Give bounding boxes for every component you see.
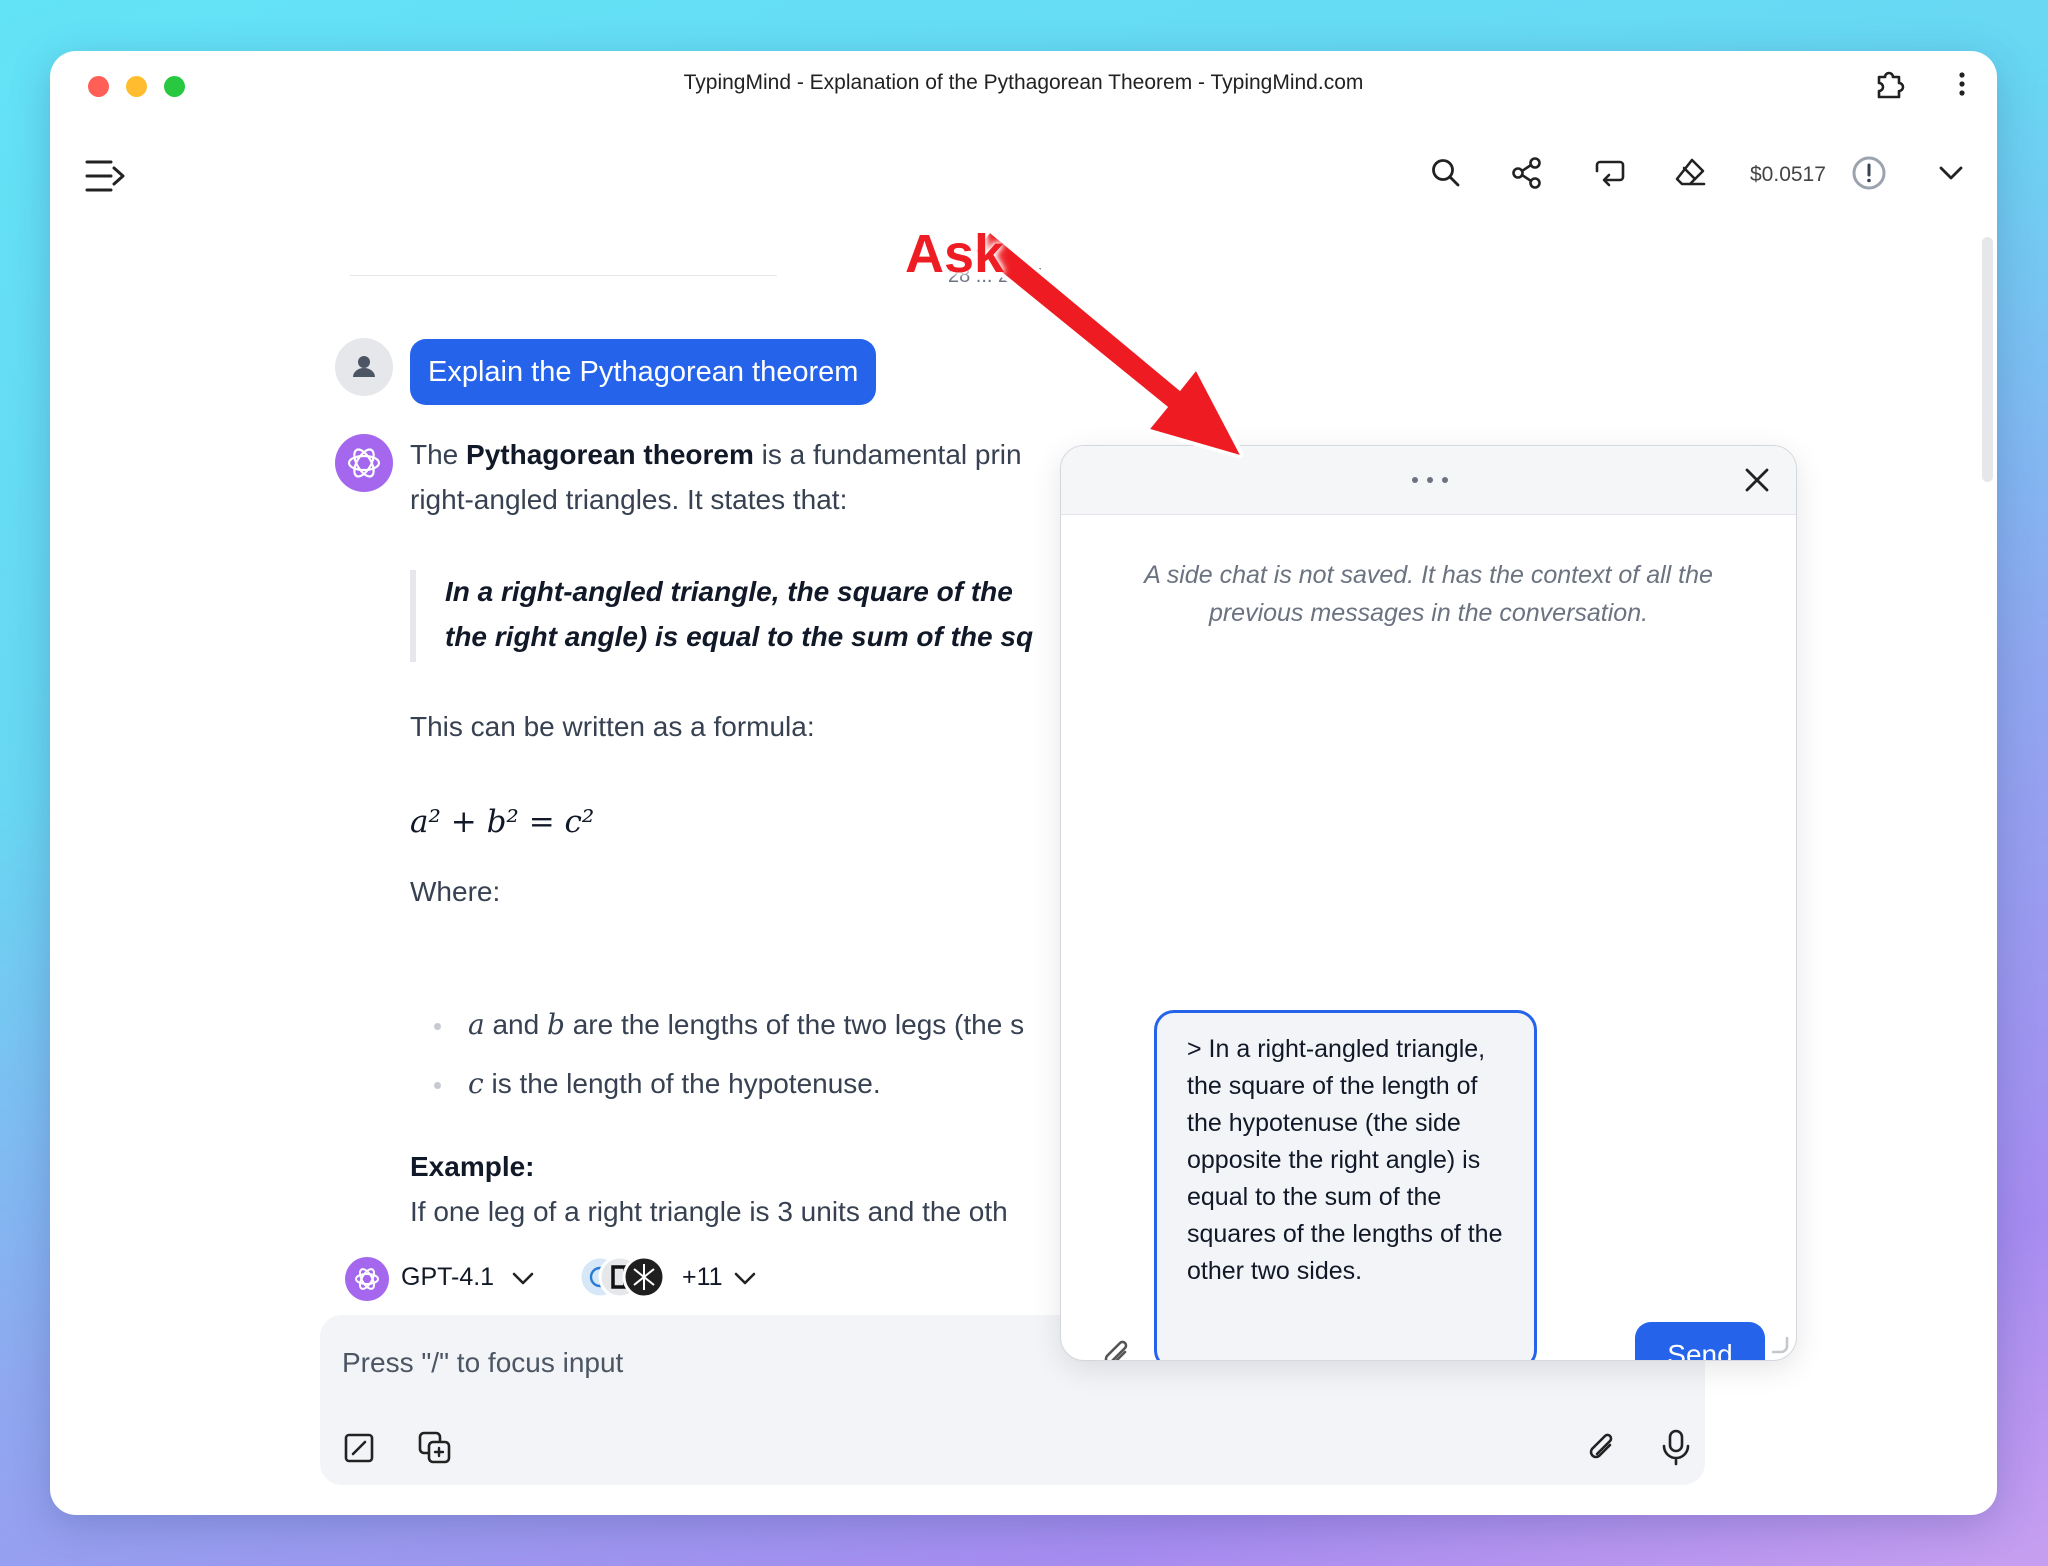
user-icon bbox=[353, 356, 375, 377]
attach-icon[interactable] bbox=[1099, 1336, 1135, 1361]
where-label: Where: bbox=[410, 876, 501, 907]
example-title: Example: bbox=[410, 1151, 535, 1182]
plugins-count: +11 bbox=[682, 1263, 723, 1291]
more-vertical-icon[interactable] bbox=[1950, 67, 1974, 101]
app-window: TypingMind - Explanation of the Pythagor… bbox=[50, 51, 1997, 1515]
branch-icon[interactable] bbox=[1591, 155, 1627, 191]
side-chat-note: A side chat is not saved. It has the con… bbox=[1144, 561, 1713, 627]
openai-logo-icon bbox=[347, 448, 381, 478]
close-icon[interactable] bbox=[1741, 464, 1773, 496]
bullet-dot bbox=[434, 1023, 441, 1030]
bullet-dot bbox=[434, 1082, 441, 1089]
side-chat-header[interactable] bbox=[1061, 446, 1796, 515]
plugin-icons bbox=[578, 1255, 666, 1299]
alert-icon[interactable] bbox=[1851, 155, 1887, 191]
prompt-library-icon[interactable] bbox=[416, 1429, 454, 1467]
user-avatar bbox=[335, 338, 393, 396]
user-message: Explain the Pythagorean theorem bbox=[410, 339, 877, 405]
date-divider-left bbox=[350, 275, 777, 276]
new-chat-icon[interactable] bbox=[342, 1431, 376, 1465]
chevron-down-icon bbox=[512, 1272, 534, 1285]
assistant-intro: The Pythagorean theorem is a fundamental… bbox=[410, 439, 1022, 470]
search-icon[interactable] bbox=[1428, 155, 1464, 191]
blockquote-line1: In a right-angled triangle, the square o… bbox=[445, 576, 1013, 607]
chevron-down-icon bbox=[734, 1272, 756, 1285]
attach-icon[interactable] bbox=[1584, 1429, 1620, 1467]
blockquote-bar bbox=[410, 570, 416, 662]
microphone-icon[interactable] bbox=[1658, 1427, 1694, 1467]
side-chat-panel: A side chat is not saved. It has the con… bbox=[1060, 445, 1797, 1361]
chat-input-placeholder: Press "/" to focus input bbox=[342, 1347, 624, 1378]
formula: a² + b² = c² bbox=[410, 804, 595, 840]
resize-handle-icon[interactable] bbox=[1767, 1332, 1791, 1356]
model-name: GPT-4.1 bbox=[401, 1263, 495, 1291]
annotation-label: Ask bbox=[905, 224, 1005, 284]
list-item-legs: a and b are the lengths of the two legs … bbox=[468, 1008, 1025, 1041]
side-chat-input[interactable]: > In a right-angled triangle, the square… bbox=[1154, 1010, 1537, 1360]
assistant-intro-line2: right-angled triangles. It states that: bbox=[410, 484, 848, 515]
chat-scrollbar[interactable] bbox=[1982, 237, 1993, 482]
eraser-icon[interactable] bbox=[1672, 155, 1708, 191]
list-item-hypotenuse: c is the length of the hypotenuse. bbox=[468, 1067, 881, 1100]
drag-handle-icon[interactable] bbox=[1409, 474, 1451, 486]
assistant-avatar bbox=[335, 434, 393, 492]
cost-display[interactable]: $0.0517 bbox=[1750, 163, 1826, 187]
share-icon[interactable] bbox=[1509, 155, 1545, 191]
extension-icon[interactable] bbox=[1872, 67, 1906, 101]
openai-logo-icon bbox=[345, 1257, 389, 1301]
example-text: If one leg of a right triangle is 3 unit… bbox=[410, 1196, 1008, 1227]
chevron-down-icon[interactable] bbox=[1933, 155, 1969, 191]
blockquote-line2: the right angle) is equal to the sum of … bbox=[445, 621, 1034, 652]
formula-intro: This can be written as a formula: bbox=[410, 711, 815, 742]
send-button[interactable]: Send bbox=[1635, 1322, 1765, 1360]
